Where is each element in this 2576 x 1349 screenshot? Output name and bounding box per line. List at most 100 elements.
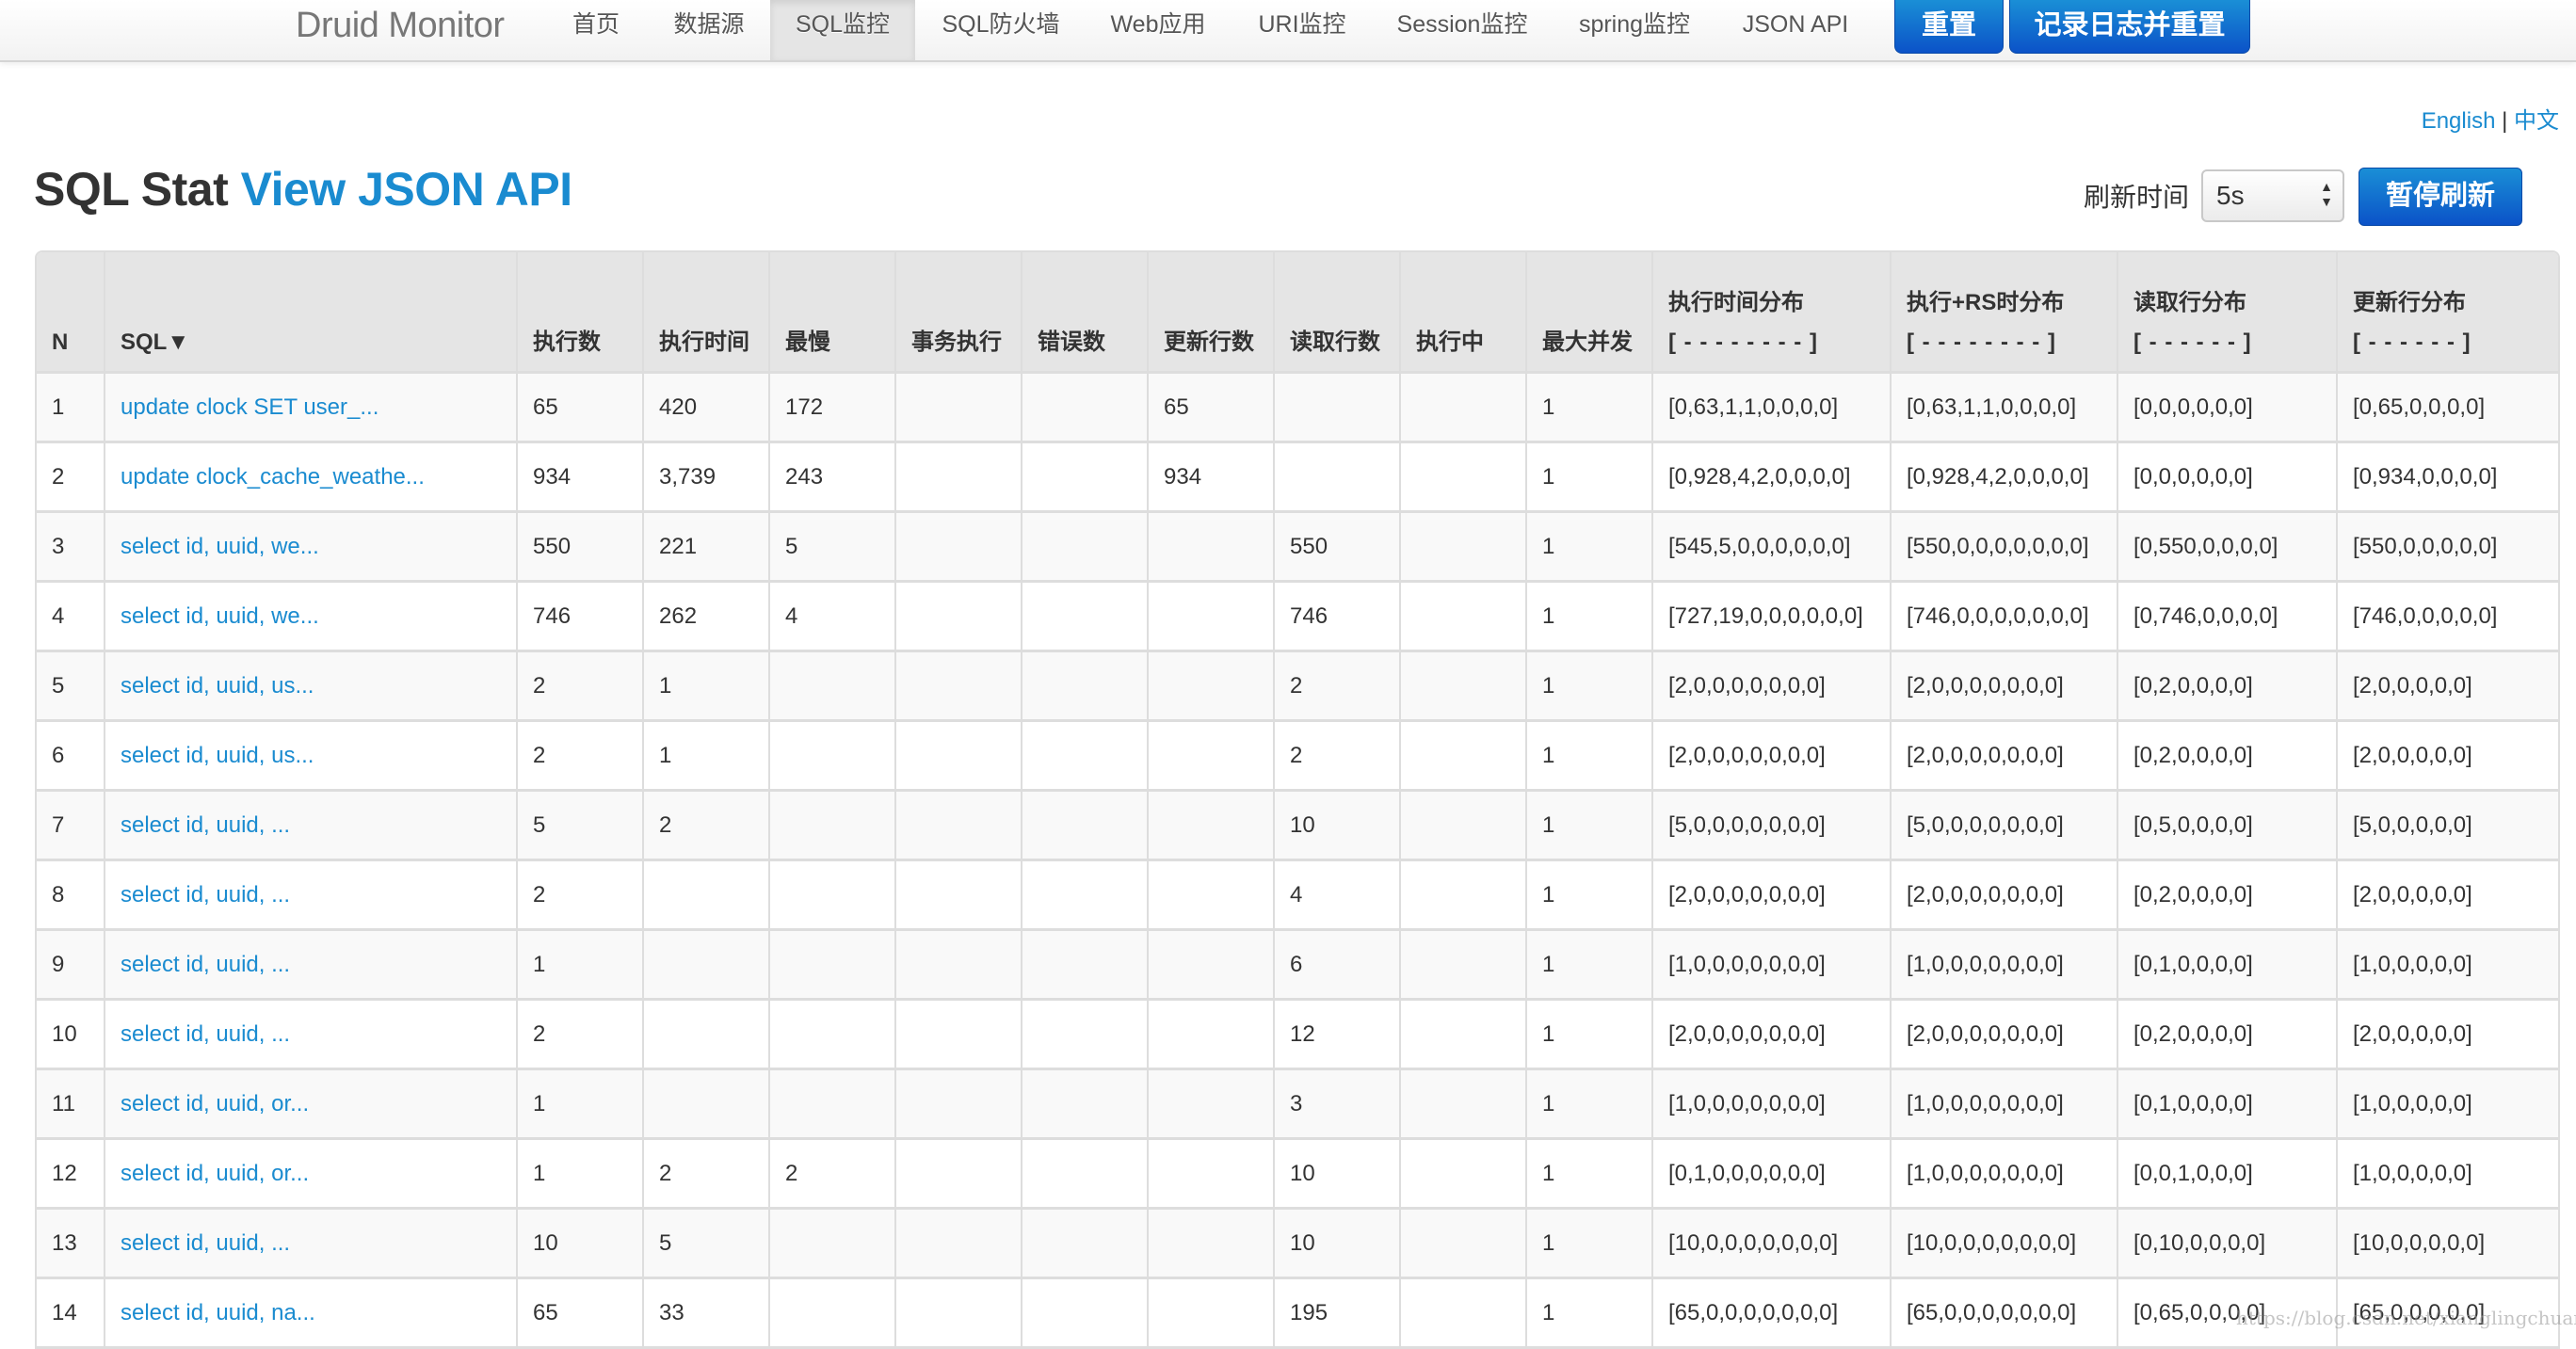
cell-running	[1399, 650, 1526, 722]
cell-max-concurrent: 1	[1525, 999, 1652, 1070]
lang-chinese-link[interactable]: 中文	[2514, 108, 2559, 134]
sql-link[interactable]: select id, uuid, us...	[121, 743, 314, 768]
cell-n: 4	[37, 581, 105, 652]
nav-item-uri-monitor[interactable]: URI监控	[1241, 0, 1363, 60]
sql-link[interactable]: select id, uuid, ...	[121, 952, 290, 977]
cell-exec-time: 33	[642, 1277, 769, 1349]
column-header-exec-rs-dist: 执行+RS时分布 [ - - - - - - - - ]	[1890, 252, 2117, 374]
sql-link[interactable]: update clock SET user_...	[121, 394, 378, 420]
cell-running	[1399, 442, 1526, 513]
cell-slowest: 2	[768, 1138, 895, 1210]
log-and-reset-button[interactable]: 记录日志并重置	[2009, 0, 2250, 54]
cell-error-count	[1021, 999, 1148, 1070]
cell-exec-time-dist: [0,1,0,0,0,0,0,0]	[1651, 1138, 1891, 1210]
cell-max-concurrent: 1	[1525, 1138, 1652, 1210]
cell-read-rows-dist: [0,0,0,0,0,0]	[2117, 442, 2337, 513]
cell-slowest	[768, 1208, 895, 1279]
table-row: 7 select id, uuid, ... 5 2 10 1 [5,0,0,0,0,0,0…	[37, 790, 2558, 861]
cell-read-rows: 3	[1273, 1068, 1400, 1140]
cell-exec-count: 65	[516, 372, 643, 443]
sql-link[interactable]: select id, uuid, we...	[121, 534, 319, 559]
cell-exec-rs-dist: [1,0,0,0,0,0,0,0]	[1890, 1138, 2117, 1210]
sql-link[interactable]: select id, uuid, na...	[121, 1300, 315, 1325]
cell-slowest	[768, 1277, 895, 1349]
cell-exec-rs-dist: [2,0,0,0,0,0,0,0]	[1890, 720, 2117, 792]
cell-update-rows-dist: [2,0,0,0,0,0]	[2336, 720, 2558, 792]
nav-item-web-app[interactable]: Web应用	[1092, 0, 1224, 60]
cell-error-count	[1021, 581, 1148, 652]
cell-running	[1399, 372, 1526, 443]
nav-item-datasource[interactable]: 数据源	[659, 0, 759, 60]
cell-exec-time-dist: [545,5,0,0,0,0,0,0]	[1651, 511, 1891, 583]
sql-link[interactable]: select id, uuid, ...	[121, 812, 290, 838]
cell-error-count	[1021, 650, 1148, 722]
navbar: Druid Monitor 首页 数据源 SQL监控 SQL防火墙 Web应用 …	[0, 0, 2576, 62]
column-header-error-count: 错误数	[1021, 252, 1148, 374]
cell-read-rows-dist: [0,2,0,0,0,0]	[2117, 859, 2337, 931]
cell-exec-rs-dist: [0,928,4,2,0,0,0,0]	[1890, 442, 2117, 513]
cell-exec-count: 10	[516, 1208, 643, 1279]
table-row: 11 select id, uuid, or... 1 3 1 [1,0,0,0,0,0,…	[37, 1068, 2558, 1140]
sql-link[interactable]: select id, uuid, or...	[121, 1161, 309, 1186]
lang-separator: |	[2502, 108, 2508, 134]
cell-exec-time	[642, 1068, 769, 1140]
table-row: 14 select id, uuid, na... 65 33 195 1 [65,0,0,…	[37, 1277, 2558, 1349]
cell-running	[1399, 859, 1526, 931]
cell-exec-time	[642, 859, 769, 931]
sql-link[interactable]: select id, uuid, us...	[121, 673, 314, 699]
column-header-label: 更新行数	[1164, 329, 1254, 355]
cell-slowest: 5	[768, 511, 895, 583]
cell-update-rows	[1147, 720, 1274, 792]
cell-read-rows-dist: [0,5,0,0,0,0]	[2117, 790, 2337, 861]
cell-read-rows-dist: [0,2,0,0,0,0]	[2117, 720, 2337, 792]
reset-button[interactable]: 重置	[1894, 0, 2004, 54]
cell-update-rows	[1147, 790, 1274, 861]
table-row: 13 select id, uuid, ... 10 5 10 1 [10,0,0,0,0,…	[37, 1208, 2558, 1279]
cell-running	[1399, 999, 1526, 1070]
sql-link[interactable]: select id, uuid, we...	[121, 603, 319, 629]
nav-item-home[interactable]: 首页	[554, 0, 638, 60]
cell-error-count	[1021, 859, 1148, 931]
cell-exec-time-dist: [2,0,0,0,0,0,0,0]	[1651, 720, 1891, 792]
cell-exec-time	[642, 999, 769, 1070]
cell-max-concurrent: 1	[1525, 790, 1652, 861]
sql-link[interactable]: select id, uuid, or...	[121, 1091, 309, 1116]
cell-error-count	[1021, 511, 1148, 583]
brand-logo[interactable]: Druid Monitor	[296, 0, 505, 60]
nav-item-sql-firewall[interactable]: SQL防火墙	[930, 0, 1071, 60]
column-header-exec-time-dist: 执行时间分布 [ - - - - - - - - ]	[1651, 252, 1891, 374]
nav-item-json-api[interactable]: JSON API	[1729, 0, 1862, 60]
cell-max-concurrent: 1	[1525, 720, 1652, 792]
cell-error-count	[1021, 1277, 1148, 1349]
cell-slowest	[768, 1068, 895, 1140]
cell-exec-rs-dist: [1,0,0,0,0,0,0,0]	[1890, 929, 2117, 1001]
cell-update-rows: 934	[1147, 442, 1274, 513]
cell-update-rows	[1147, 511, 1274, 583]
table-row: 2 update clock_cache_weathe... 934 3,739 243…	[37, 442, 2558, 513]
cell-slowest	[768, 929, 895, 1001]
sql-link[interactable]: select id, uuid, ...	[121, 1230, 290, 1256]
nav-item-session-monitor[interactable]: Session监控	[1382, 0, 1542, 60]
lang-english-link[interactable]: English	[2422, 108, 2496, 134]
column-header-sql[interactable]: SQL▼	[104, 252, 517, 374]
cell-sql: select id, uuid, ...	[104, 790, 517, 861]
cell-running	[1399, 790, 1526, 861]
nav-item-spring-monitor[interactable]: spring监控	[1563, 0, 1706, 60]
view-json-api-link[interactable]: View JSON API	[241, 163, 572, 216]
pause-refresh-button[interactable]: 暂停刷新	[2359, 168, 2522, 226]
sql-link[interactable]: update clock_cache_weathe...	[121, 464, 425, 490]
cell-slowest	[768, 790, 895, 861]
sql-link[interactable]: select id, uuid, ...	[121, 1021, 290, 1047]
cell-sql: select id, uuid, ...	[104, 929, 517, 1001]
sql-stat-table: N SQL▼ 执行数 执行时间 最慢 事务执行 错误数 更新行数 读取行数 执行中 最大并发 执行时间…	[35, 250, 2560, 1349]
cell-update-rows	[1147, 1138, 1274, 1210]
cell-n: 10	[37, 999, 105, 1070]
nav-item-sql-monitor[interactable]: SQL监控	[770, 0, 915, 60]
cell-txn-exec	[894, 442, 1022, 513]
cell-n: 13	[37, 1208, 105, 1279]
refresh-interval-select[interactable]: 5s ▲ ▼	[2201, 169, 2344, 222]
cell-max-concurrent: 1	[1525, 1208, 1652, 1279]
cell-exec-time: 262	[642, 581, 769, 652]
sql-link[interactable]: select id, uuid, ...	[121, 882, 290, 907]
cell-slowest	[768, 650, 895, 722]
